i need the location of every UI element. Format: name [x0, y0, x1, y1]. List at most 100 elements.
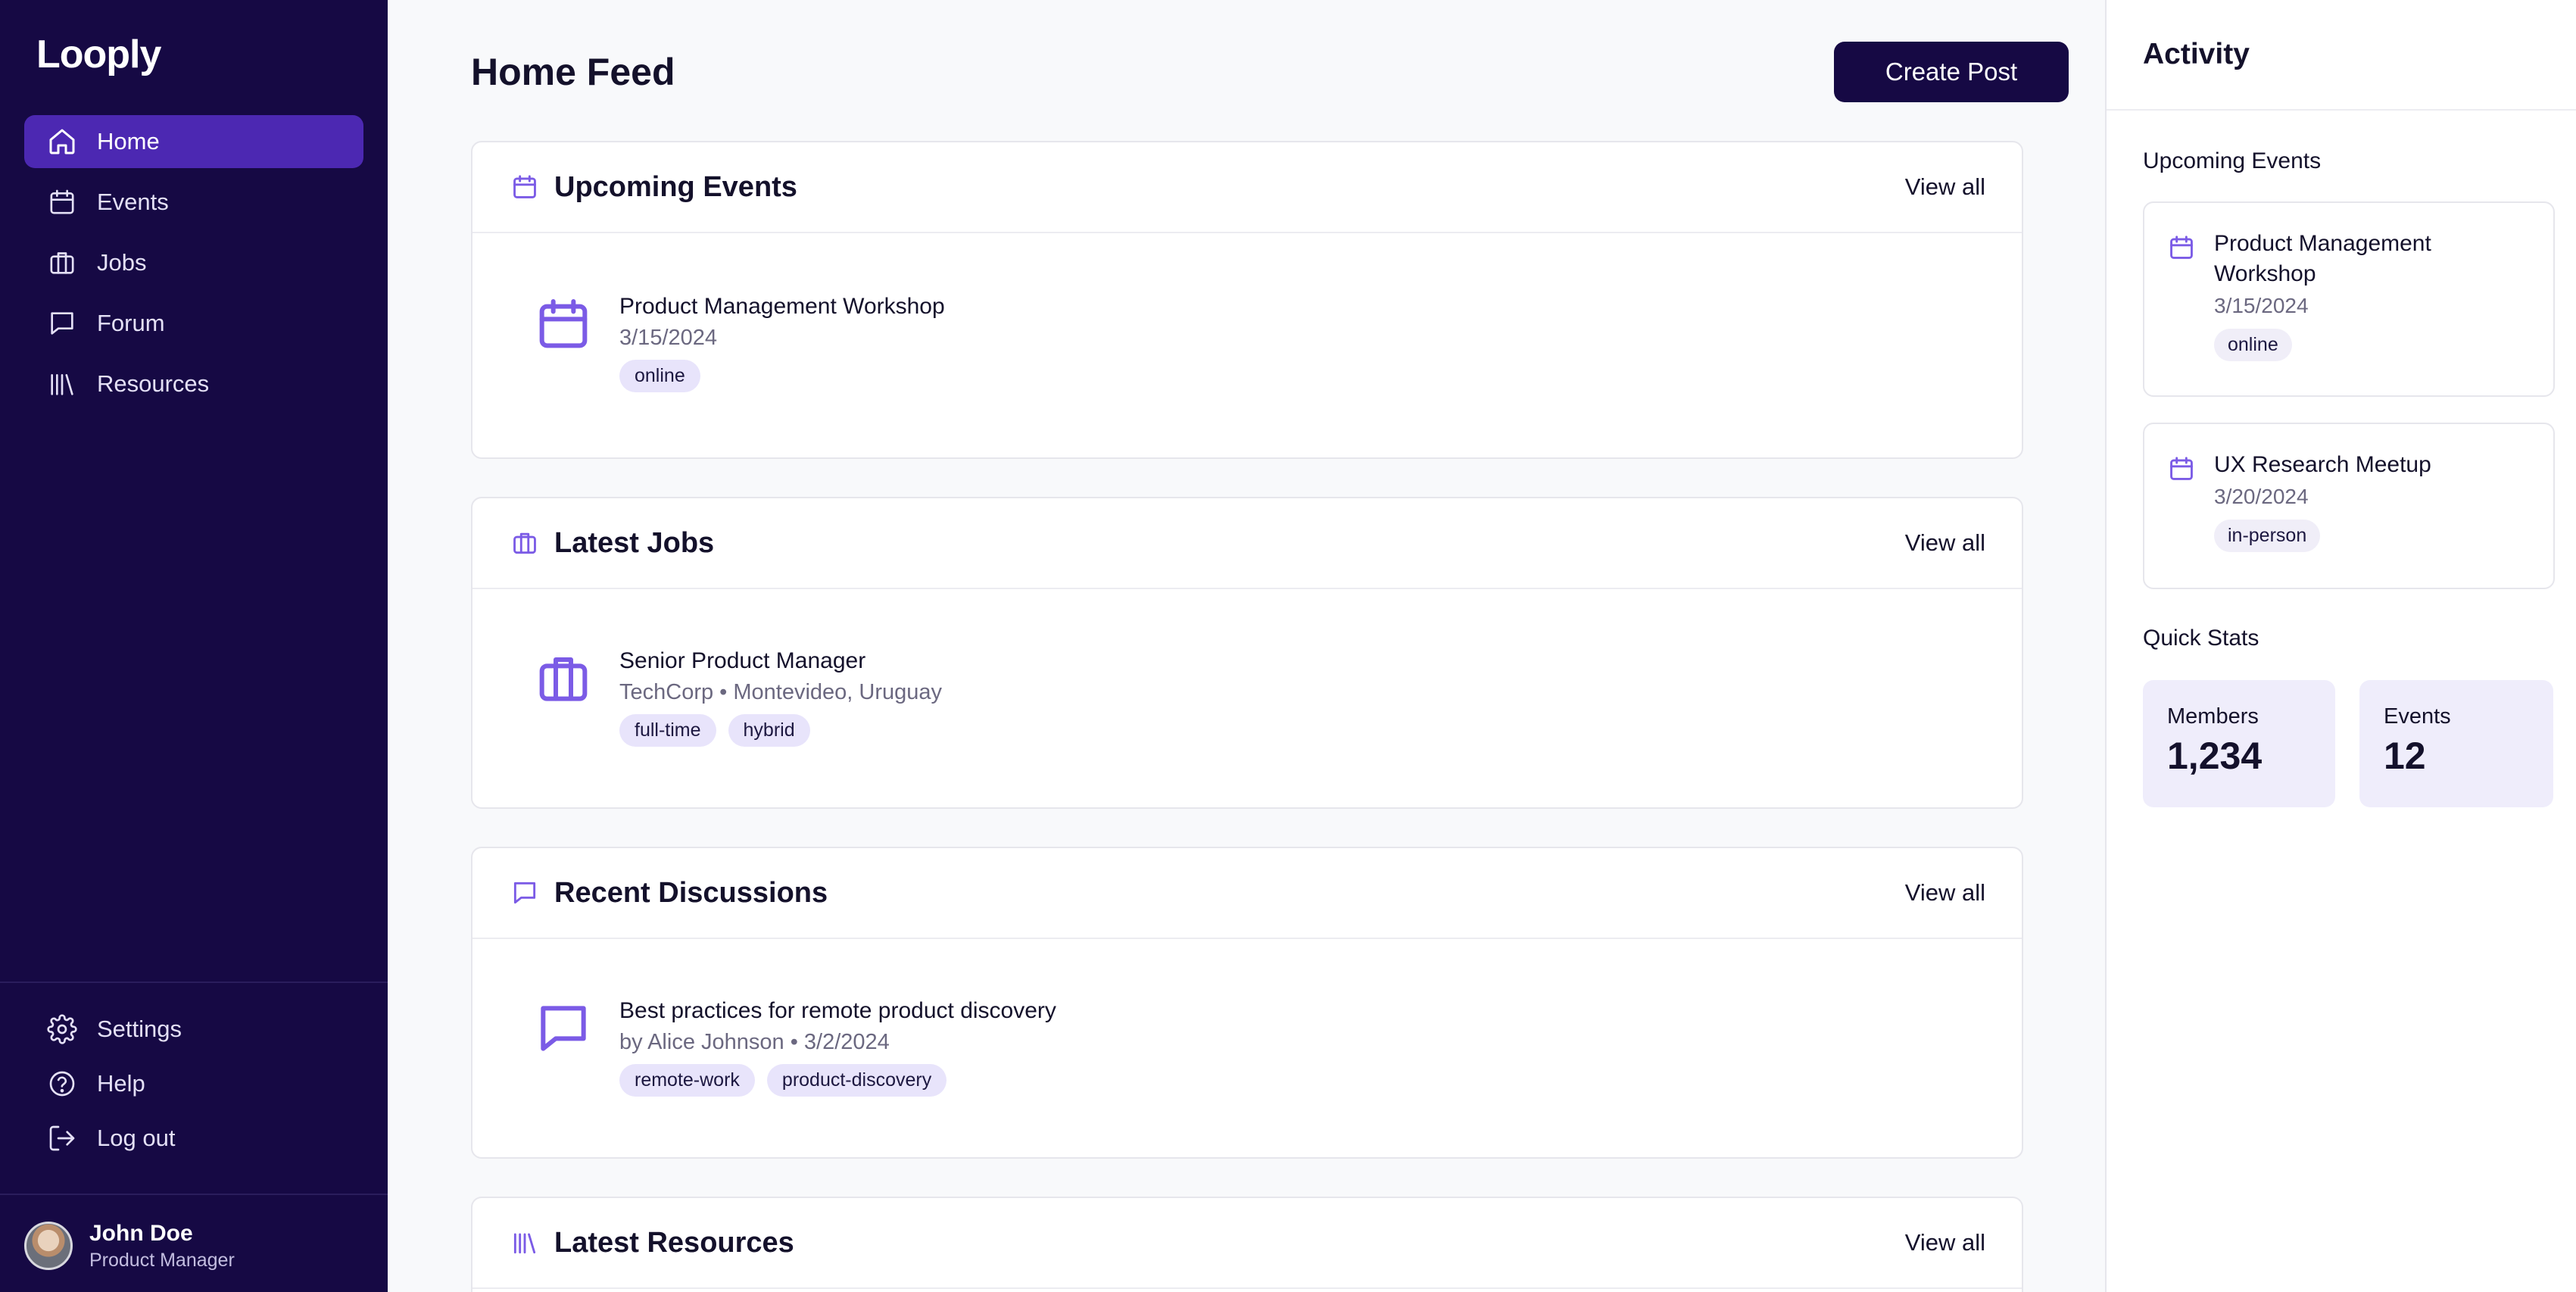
- user-name: John Doe: [89, 1220, 193, 1246]
- tag-list: full-time hybrid: [619, 714, 942, 747]
- user-role: Product Manager: [89, 1249, 235, 1271]
- sidebar-item-label: Help: [97, 1070, 145, 1097]
- item-details: Product Management Workshop 3/15/2024 on…: [619, 294, 945, 392]
- stat-label: Events: [2384, 704, 2451, 729]
- view-all-link[interactable]: View all: [1905, 879, 1985, 907]
- item-details: Best practices for remote product discov…: [619, 998, 1056, 1097]
- stat-members: Members 1,234: [2143, 680, 2335, 807]
- briefcase-icon: [47, 248, 77, 278]
- item-title: Product Management Workshop: [619, 294, 945, 319]
- gear-icon: [47, 1014, 77, 1044]
- activity-title: Activity: [2143, 38, 2250, 70]
- activity-header: Activity: [2107, 0, 2576, 111]
- chat-icon: [533, 998, 594, 1059]
- logout-icon: [47, 1123, 77, 1153]
- sidebar-divider: [0, 981, 388, 983]
- calendar-icon: [47, 187, 77, 217]
- upcoming-events-card: Upcoming Events View all Product Managem…: [471, 141, 2023, 459]
- quick-stats-label: Quick Stats: [2143, 626, 2259, 651]
- sidebar-item-label: Home: [97, 128, 160, 154]
- item-details: Senior Product Manager TechCorp • Montev…: [619, 648, 942, 747]
- card-title: Latest Jobs: [554, 526, 715, 559]
- help-icon: [47, 1069, 77, 1099]
- item-title: Senior Product Manager: [619, 648, 866, 673]
- view-all-link[interactable]: View all: [1905, 173, 1985, 201]
- sidebar-item-resources[interactable]: Resources: [24, 357, 363, 410]
- recent-discussions-card: Recent Discussions View all Best practic…: [471, 847, 2023, 1159]
- card-title: Recent Discussions: [554, 876, 828, 909]
- sidebar-divider: [0, 1194, 388, 1195]
- list-item[interactable]: Product Management Workshop 3/15/2024 on…: [472, 233, 2022, 392]
- sidebar-item-label: Events: [97, 189, 169, 215]
- sidebar-item-label: Log out: [97, 1125, 176, 1151]
- tag-list: online: [619, 360, 945, 392]
- event-details: Product Management Workshop 3/15/2024 on…: [2214, 229, 2531, 377]
- card-header: Latest Resources View all: [472, 1198, 2022, 1289]
- sidebar-item-logout[interactable]: Log out: [24, 1115, 363, 1162]
- latest-resources-card: Latest Resources View all: [471, 1197, 2023, 1292]
- app-logo[interactable]: Looply: [36, 32, 161, 77]
- item-date: 3/15/2024: [619, 326, 718, 350]
- item-title: Best practices for remote product discov…: [619, 998, 1056, 1023]
- event-card[interactable]: UX Research Meetup 3/20/2024 in-person: [2143, 423, 2555, 589]
- library-icon: [510, 1228, 539, 1257]
- avatar: [24, 1222, 73, 1270]
- home-icon: [47, 126, 77, 157]
- card-header: Recent Discussions View all: [472, 848, 2022, 939]
- sidebar-item-help[interactable]: Help: [24, 1060, 363, 1107]
- card-header: Latest Jobs View all: [472, 498, 2022, 589]
- sidebar-item-home[interactable]: Home: [24, 115, 363, 168]
- event-tag: in-person: [2214, 520, 2321, 552]
- item-subtitle: TechCorp • Montevideo, Uruguay: [619, 680, 943, 704]
- event-details: UX Research Meetup 3/20/2024 in-person: [2214, 450, 2431, 570]
- tag: remote-work: [619, 1064, 755, 1097]
- tag: full-time: [619, 714, 716, 747]
- event-date: 3/20/2024: [2214, 485, 2309, 508]
- briefcase-icon: [510, 529, 539, 557]
- calendar-icon: [533, 294, 594, 354]
- library-icon: [47, 369, 77, 399]
- event-title: UX Research Meetup: [2214, 452, 2431, 477]
- page-title: Home Feed: [471, 51, 675, 93]
- main-content: Home Feed Create Post Upcoming Events Vi…: [388, 0, 2105, 1292]
- view-all-link[interactable]: View all: [1905, 1229, 1985, 1256]
- tag: product-discovery: [766, 1064, 947, 1097]
- event-card[interactable]: Product Management Workshop 3/15/2024 on…: [2143, 201, 2555, 397]
- chat-icon: [510, 878, 539, 907]
- sidebar-item-forum[interactable]: Forum: [24, 297, 363, 350]
- tag-list: remote-work product-discovery: [619, 1064, 1056, 1097]
- sidebar-item-label: Resources: [97, 370, 210, 397]
- list-item[interactable]: Senior Product Manager TechCorp • Montev…: [472, 589, 2022, 747]
- card-header: Upcoming Events View all: [472, 142, 2022, 233]
- user-info: John Doe Product Manager: [89, 1221, 235, 1272]
- activity-panel: Activity Upcoming Events Product Managem…: [2105, 0, 2576, 1292]
- user-profile[interactable]: John Doe Product Manager: [24, 1219, 363, 1272]
- event-title: Product Management Workshop: [2214, 231, 2431, 286]
- stat-events: Events 12: [2359, 680, 2553, 807]
- calendar-icon: [2167, 454, 2196, 483]
- latest-jobs-card: Latest Jobs View all Senior Product Mana…: [471, 497, 2023, 809]
- sidebar-item-settings[interactable]: Settings: [24, 1006, 363, 1053]
- sidebar-item-jobs[interactable]: Jobs: [24, 236, 363, 289]
- sidebar-item-label: Jobs: [97, 249, 147, 276]
- calendar-icon: [510, 173, 539, 201]
- sidebar: Looply Home Events Jobs Forum Resources …: [0, 0, 388, 1292]
- view-all-link[interactable]: View all: [1905, 529, 1985, 557]
- stat-value: 1,234: [2167, 735, 2263, 777]
- calendar-icon: [2167, 233, 2196, 262]
- chat-icon: [47, 308, 77, 339]
- briefcase-icon: [533, 648, 594, 709]
- card-title: Upcoming Events: [554, 170, 797, 203]
- create-post-button[interactable]: Create Post: [1834, 42, 2069, 102]
- tag: online: [619, 360, 700, 392]
- sidebar-bottom-nav: Settings Help Log out: [24, 1006, 363, 1169]
- event-date: 3/15/2024: [2214, 294, 2309, 317]
- stat-value: 12: [2384, 735, 2426, 777]
- card-title: Latest Resources: [554, 1226, 794, 1259]
- list-item[interactable]: Best practices for remote product discov…: [472, 939, 2022, 1097]
- upcoming-events-label: Upcoming Events: [2143, 148, 2322, 173]
- tag: hybrid: [728, 714, 810, 747]
- sidebar-item-events[interactable]: Events: [24, 176, 363, 229]
- item-subtitle: by Alice Johnson • 3/2/2024: [619, 1030, 890, 1054]
- sidebar-nav: Home Events Jobs Forum Resources: [24, 115, 363, 418]
